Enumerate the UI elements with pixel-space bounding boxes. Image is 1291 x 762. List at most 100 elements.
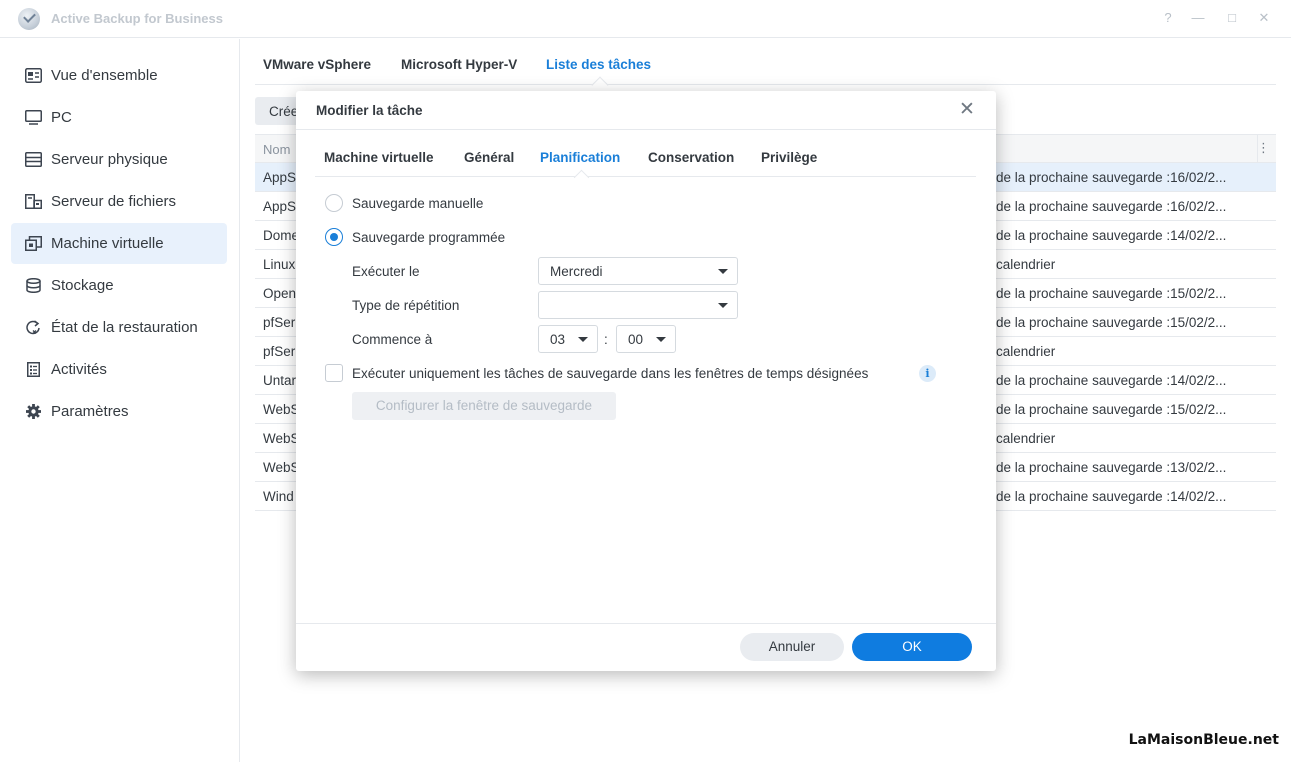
tab-retention[interactable]: Conservation [648, 150, 734, 165]
storage-icon [26, 278, 41, 293]
backup-window-checkbox[interactable] [325, 364, 343, 382]
scheduled-backup-label: Sauvegarde programmée [352, 230, 506, 245]
chevron-down-icon [578, 337, 588, 342]
sidebar-item-label: Activités [51, 361, 107, 378]
column-header-name[interactable]: Nom [263, 142, 290, 157]
sidebar-item-activities[interactable]: Activités [11, 349, 227, 390]
repeat-type-select[interactable] [538, 291, 738, 319]
task-schedule: de la prochaine sauvegarde :16/02/2... [996, 199, 1227, 214]
task-schedule: de la prochaine sauvegarde :15/02/2... [996, 315, 1227, 330]
task-schedule: de la prochaine sauvegarde :13/02/2... [996, 460, 1227, 475]
sidebar-item-file-server[interactable]: Serveur de fichiers [11, 181, 227, 222]
sidebar-item-storage[interactable]: Stockage [11, 265, 227, 306]
sidebar-item-overview[interactable]: Vue d'ensemble [11, 55, 227, 96]
task-name: WebS [263, 431, 300, 446]
virtual-machine-icon [25, 236, 42, 251]
restore-icon [26, 320, 40, 335]
task-name: pfSer [263, 344, 296, 359]
task-name: Linux [263, 257, 296, 272]
start-hour-value: 03 [550, 332, 566, 347]
sidebar-item-restore-status[interactable]: État de la restauration [11, 307, 227, 348]
monitor-icon [25, 110, 42, 125]
sidebar-item-label: Serveur physique [51, 151, 168, 168]
cancel-button[interactable]: Annuler [740, 633, 844, 661]
task-schedule: de la prochaine sauvegarde :16/02/2... [996, 170, 1227, 185]
manual-backup-radio[interactable] [325, 194, 343, 212]
app-logo-icon [18, 8, 40, 30]
task-name: pfSer [263, 315, 296, 330]
sidebar-item-label: Vue d'ensemble [51, 67, 158, 84]
task-schedule: de la prochaine sauvegarde :14/02/2... [996, 373, 1227, 388]
task-schedule: de la prochaine sauvegarde :14/02/2... [996, 489, 1227, 504]
maximize-icon[interactable]: □ [1224, 10, 1240, 26]
task-schedule: de la prochaine sauvegarde :14/02/2... [996, 228, 1227, 243]
chevron-down-icon [656, 337, 666, 342]
task-schedule: calendrier [996, 431, 1056, 446]
task-name: WebS [263, 402, 300, 417]
scheduled-backup-radio[interactable] [325, 228, 343, 246]
start-minute-select[interactable]: 00 [616, 325, 676, 353]
more-options-icon[interactable]: ⋮ [1257, 140, 1270, 156]
task-schedule: de la prochaine sauvegarde :15/02/2... [996, 286, 1227, 301]
start-at-label: Commence à [352, 332, 433, 347]
sidebar-item-pc[interactable]: PC [11, 97, 227, 138]
configure-backup-window-button: Configurer la fenêtre de sauvegarde [352, 392, 616, 420]
dialog-title: Modifier la tâche [316, 103, 423, 118]
dialog-header-divider [296, 129, 996, 130]
info-icon[interactable]: i [919, 365, 936, 382]
task-name: AppS [263, 199, 297, 214]
file-server-icon [25, 194, 42, 209]
main-tabs: VMware vSphere Microsoft Hyper-V Liste d… [255, 50, 1276, 85]
tab-schedule[interactable]: Planification [540, 150, 620, 165]
tab-privilege[interactable]: Privilège [761, 150, 817, 165]
sidebar-item-virtual-machine[interactable]: Machine virtuelle [11, 223, 227, 264]
tab-general[interactable]: Général [464, 150, 514, 165]
task-name: Open [263, 286, 297, 301]
task-schedule: calendrier [996, 344, 1056, 359]
time-separator: : [604, 332, 608, 347]
sidebar-item-label: Paramètres [51, 403, 129, 420]
overview-icon [25, 68, 42, 83]
task-name: Wind [263, 489, 294, 504]
app-title: Active Backup for Business [51, 11, 223, 26]
sidebar-item-label: État de la restauration [51, 319, 198, 336]
dialog-tabs: Machine virtuelle Général Planification … [315, 143, 976, 177]
dialog-footer-divider [296, 623, 996, 624]
chevron-down-icon [718, 269, 728, 274]
activities-icon [27, 362, 40, 377]
repeat-type-label: Type de répétition [352, 298, 460, 313]
manual-backup-label: Sauvegarde manuelle [352, 196, 484, 211]
sidebar: Vue d'ensemble PC Serveur physique Serve… [0, 39, 240, 762]
task-name: WebS [263, 460, 300, 475]
task-name: Dome [263, 228, 300, 243]
run-on-label: Exécuter le [352, 264, 420, 279]
tab-microsoft-hyper-v[interactable]: Microsoft Hyper-V [401, 57, 517, 72]
gear-icon [26, 404, 41, 419]
title-bar: Active Backup for Business ? — □ ✕ [0, 0, 1291, 38]
task-name: Untar [263, 373, 297, 388]
minimize-icon[interactable]: — [1190, 10, 1206, 26]
backup-window-checkbox-label: Exécuter uniquement les tâches de sauveg… [352, 366, 869, 381]
sidebar-item-settings[interactable]: Paramètres [11, 391, 227, 432]
sidebar-item-label: Machine virtuelle [51, 235, 164, 252]
edit-task-dialog: Modifier la tâche ✕ Machine virtuelle Gé… [296, 91, 996, 671]
tab-virtual-machine[interactable]: Machine virtuelle [324, 150, 434, 165]
start-hour-select[interactable]: 03 [538, 325, 598, 353]
sidebar-item-physical-server[interactable]: Serveur physique [11, 139, 227, 180]
sidebar-item-label: PC [51, 109, 72, 126]
tab-vmware-vsphere[interactable]: VMware vSphere [263, 57, 371, 72]
run-on-select[interactable]: Mercredi [538, 257, 738, 285]
sidebar-item-label: Stockage [51, 277, 114, 294]
sidebar-item-label: Serveur de fichiers [51, 193, 177, 210]
window-close-icon[interactable]: ✕ [1256, 10, 1272, 26]
watermark: LaMaisonBleue.net [1128, 732, 1279, 748]
dialog-close-icon[interactable]: ✕ [959, 100, 975, 120]
chevron-down-icon [718, 303, 728, 308]
task-schedule: calendrier [996, 257, 1056, 272]
ok-button[interactable]: OK [852, 633, 972, 661]
help-icon[interactable]: ? [1160, 10, 1176, 26]
tab-task-list[interactable]: Liste des tâches [546, 57, 651, 72]
run-on-value: Mercredi [550, 264, 603, 279]
task-name: AppS [263, 170, 297, 185]
task-schedule: de la prochaine sauvegarde :15/02/2... [996, 402, 1227, 417]
